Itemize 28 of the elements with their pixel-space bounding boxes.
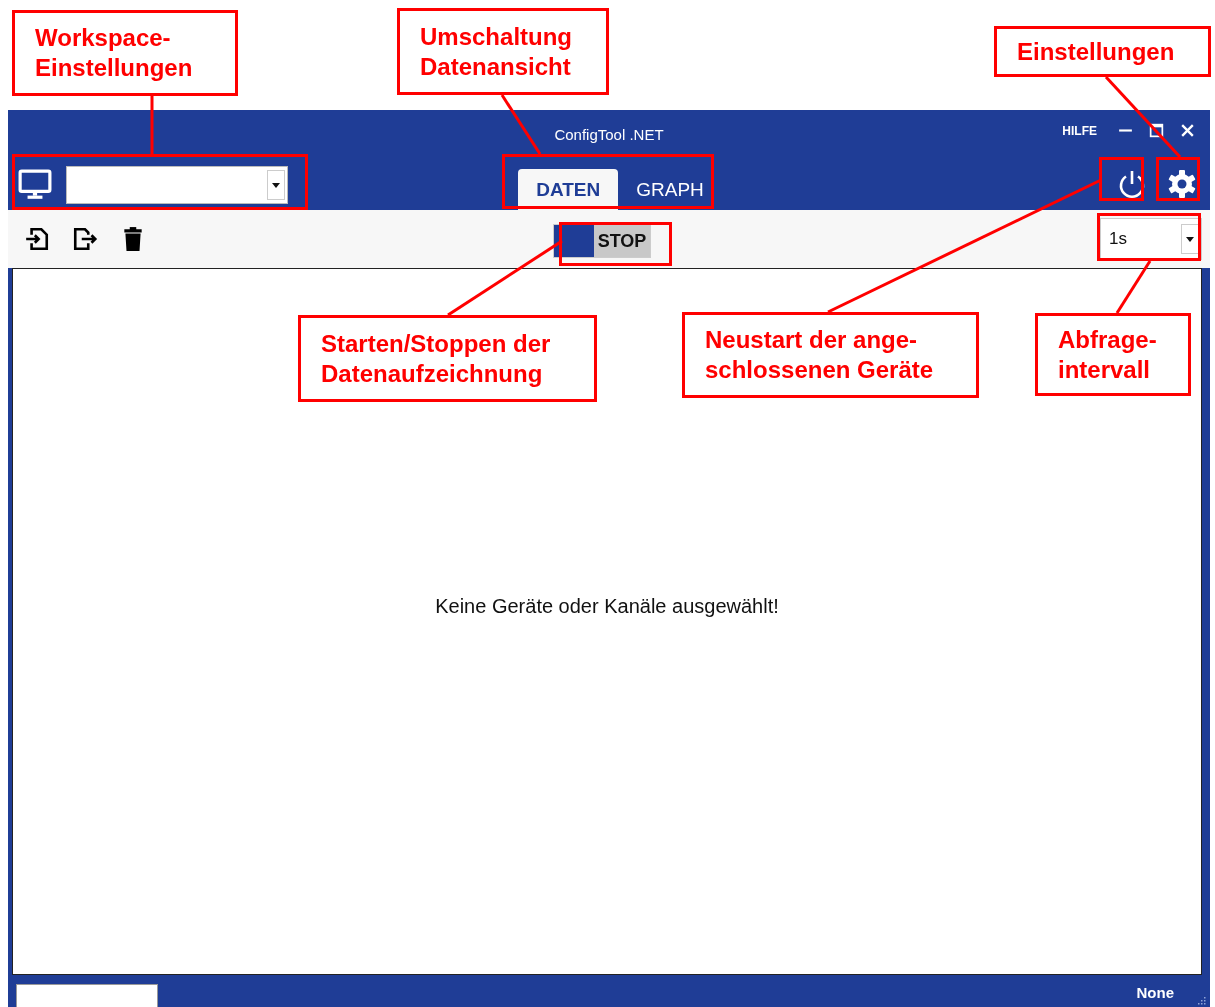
callout-label: Workspace- Einstellungen bbox=[12, 10, 238, 96]
help-menu[interactable]: HILFE bbox=[1062, 123, 1097, 138]
callout-label: Abfrage- intervall bbox=[1035, 313, 1191, 396]
export-icon[interactable] bbox=[72, 226, 98, 252]
callout-label: Umschaltung Datenansicht bbox=[397, 8, 609, 95]
empty-message: Keine Geräte oder Kanäle ausgewählt! bbox=[435, 595, 779, 618]
caret-icon bbox=[272, 182, 280, 188]
highlight-frame bbox=[1156, 157, 1200, 201]
callout-label: Starten/Stoppen der Datenaufzeichnung bbox=[298, 315, 597, 402]
maximize-icon[interactable] bbox=[1148, 122, 1165, 139]
close-icon[interactable] bbox=[1179, 122, 1196, 139]
view-tab[interactable]: DATEN bbox=[518, 169, 619, 210]
import-icon[interactable] bbox=[24, 226, 50, 252]
highlight-frame bbox=[1099, 157, 1144, 201]
interval-dropdown[interactable]: 1s bbox=[1100, 218, 1202, 260]
leader-line bbox=[150, 96, 154, 154]
resize-grip-icon[interactable] bbox=[1196, 995, 1206, 1005]
callout-label: Neustart der ange- schlossenen Geräte bbox=[682, 312, 979, 398]
stop-button[interactable]: STOP bbox=[593, 225, 651, 257]
callout-label: Einstellungen bbox=[994, 26, 1211, 77]
view-tab[interactable]: GRAPH bbox=[618, 169, 722, 210]
leader-line bbox=[1115, 260, 1152, 314]
caret-icon bbox=[1186, 236, 1194, 242]
leader-line bbox=[500, 94, 542, 155]
settings-icon[interactable] bbox=[1166, 168, 1198, 200]
status-text: None bbox=[1136, 984, 1174, 1001]
monitor-icon[interactable] bbox=[18, 168, 52, 202]
window-title: ConfigTool .NET bbox=[554, 126, 664, 143]
